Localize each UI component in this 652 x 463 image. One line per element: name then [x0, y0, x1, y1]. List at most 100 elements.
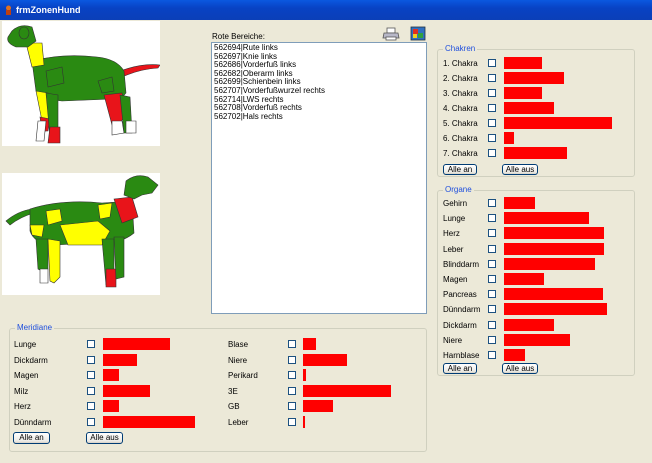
meridian-bar — [303, 415, 305, 428]
chakra-label: 1. Chakra — [443, 59, 478, 68]
organ-bar — [504, 227, 604, 240]
meridian-label: Milz — [14, 386, 29, 396]
chakra-checkbox[interactable] — [488, 89, 496, 97]
meridian-checkbox[interactable] — [288, 417, 296, 426]
rote-bereiche-listbox[interactable]: 562694|Rute links 562697|Knie links 5626… — [211, 42, 427, 314]
chakra-label: 2. Chakra — [443, 74, 478, 83]
meridian-checkbox[interactable] — [87, 386, 95, 395]
organe-title: Organe — [443, 185, 474, 194]
list-item[interactable]: 562702|Hals rechts — [214, 112, 424, 122]
organ-checkbox[interactable] — [488, 214, 496, 223]
chakra-checkbox[interactable] — [488, 59, 496, 67]
meridian-label: Lunge — [14, 340, 37, 349]
organ-label: Niere — [443, 335, 463, 345]
chakra-label: 5. Chakra — [443, 119, 478, 128]
organ-label: Gehirn — [443, 199, 468, 208]
chakra-bar — [504, 117, 612, 129]
chakra-checkbox[interactable] — [488, 134, 496, 142]
meridian-checkbox[interactable] — [87, 371, 95, 379]
meridian-bar — [303, 384, 391, 397]
dog-app-icon — [6, 5, 11, 15]
meridian-bar — [103, 384, 150, 397]
dog-front-view-image[interactable] — [2, 173, 160, 295]
organ-bar — [504, 273, 544, 285]
organ-bar — [504, 333, 570, 346]
organ-bar — [504, 212, 589, 225]
organ-checkbox[interactable] — [488, 275, 496, 283]
organ-label: Pancreas — [443, 290, 477, 300]
chakra-label: 6. Chakra — [443, 134, 478, 143]
organ-label: Herz — [443, 229, 460, 239]
printer-icon[interactable] — [382, 27, 400, 41]
meridian-label: Perikard — [228, 371, 258, 380]
organ-checkbox[interactable] — [488, 290, 496, 299]
organ-label: Leber — [443, 244, 464, 254]
chakra-bar — [504, 102, 554, 114]
organe-all-on-button[interactable]: Alle an — [443, 363, 477, 374]
meridian-bar — [303, 369, 306, 381]
meridian-checkbox[interactable] — [87, 402, 95, 410]
organ-bar — [504, 197, 535, 209]
dog-side-view-image[interactable] — [2, 21, 161, 146]
chakra-checkbox[interactable] — [488, 149, 496, 157]
organ-label: Magen — [443, 275, 468, 284]
chakra-bar — [504, 132, 514, 144]
meridian-checkbox[interactable] — [288, 371, 296, 379]
meridian-checkbox[interactable] — [288, 340, 296, 348]
organ-checkbox[interactable] — [488, 351, 496, 359]
chakra-checkbox[interactable] — [488, 119, 496, 127]
organ-checkbox[interactable] — [488, 335, 496, 344]
organ-checkbox[interactable] — [488, 320, 496, 329]
organ-checkbox[interactable] — [488, 259, 496, 268]
meridian-checkbox[interactable] — [87, 340, 95, 348]
meridian-bar — [103, 353, 137, 366]
organ-checkbox[interactable] — [488, 199, 496, 207]
chakren-title: Chakren — [443, 44, 478, 53]
chakren-all-off-button[interactable]: Alle aus — [502, 164, 538, 175]
chakra-bar — [504, 57, 542, 69]
meridian-checkbox[interactable] — [87, 417, 95, 426]
meridian-bar — [303, 338, 316, 350]
organ-checkbox[interactable] — [488, 244, 496, 253]
meridian-label: Niere — [228, 355, 248, 365]
organ-bar — [504, 242, 604, 255]
organ-bar — [504, 288, 603, 301]
image-icon[interactable] — [410, 26, 426, 41]
meridian-bar — [103, 400, 119, 412]
meridian-label: Herz — [14, 402, 31, 411]
chakra-bar — [504, 147, 567, 159]
meridian-checkbox[interactable] — [87, 355, 95, 364]
title-bar: frmZonenHund — [0, 0, 652, 20]
meridian-label: Leber — [228, 417, 249, 427]
meridian-checkbox[interactable] — [288, 402, 296, 410]
chakra-bar — [504, 87, 542, 99]
meridiane-all-on-button[interactable]: Alle an — [13, 432, 50, 444]
organ-label: Dünndarm — [443, 305, 481, 315]
meridian-label: Dünndarm — [14, 417, 52, 427]
organ-bar — [504, 257, 595, 270]
organ-checkbox[interactable] — [488, 229, 496, 238]
meridian-label: Magen — [14, 371, 39, 380]
meridian-bar — [103, 369, 119, 381]
organ-checkbox[interactable] — [488, 305, 496, 314]
organ-label: Lunge — [443, 214, 466, 224]
meridian-bar — [303, 353, 347, 366]
meridian-checkbox[interactable] — [288, 386, 296, 395]
meridiane-all-off-button[interactable]: Alle aus — [86, 432, 123, 444]
meridiane-title: Meridiane — [15, 323, 55, 332]
meridian-bar — [103, 415, 195, 428]
chakra-bar — [504, 72, 564, 84]
chakren-all-on-button[interactable]: Alle an — [443, 164, 477, 175]
chakra-label: 3. Chakra — [443, 89, 478, 98]
chakra-checkbox[interactable] — [488, 104, 496, 112]
organ-bar — [504, 349, 525, 361]
chakra-label: 4. Chakra — [443, 104, 478, 113]
organe-all-off-button[interactable]: Alle aus — [502, 363, 538, 374]
organ-label: Blinddarm — [443, 259, 480, 269]
meridian-bar — [103, 338, 170, 350]
chakra-checkbox[interactable] — [488, 74, 496, 82]
organ-label: Dickdarm — [443, 320, 477, 330]
window-title: frmZonenHund — [16, 5, 81, 15]
meridian-checkbox[interactable] — [288, 355, 296, 364]
organ-bar — [504, 318, 554, 331]
